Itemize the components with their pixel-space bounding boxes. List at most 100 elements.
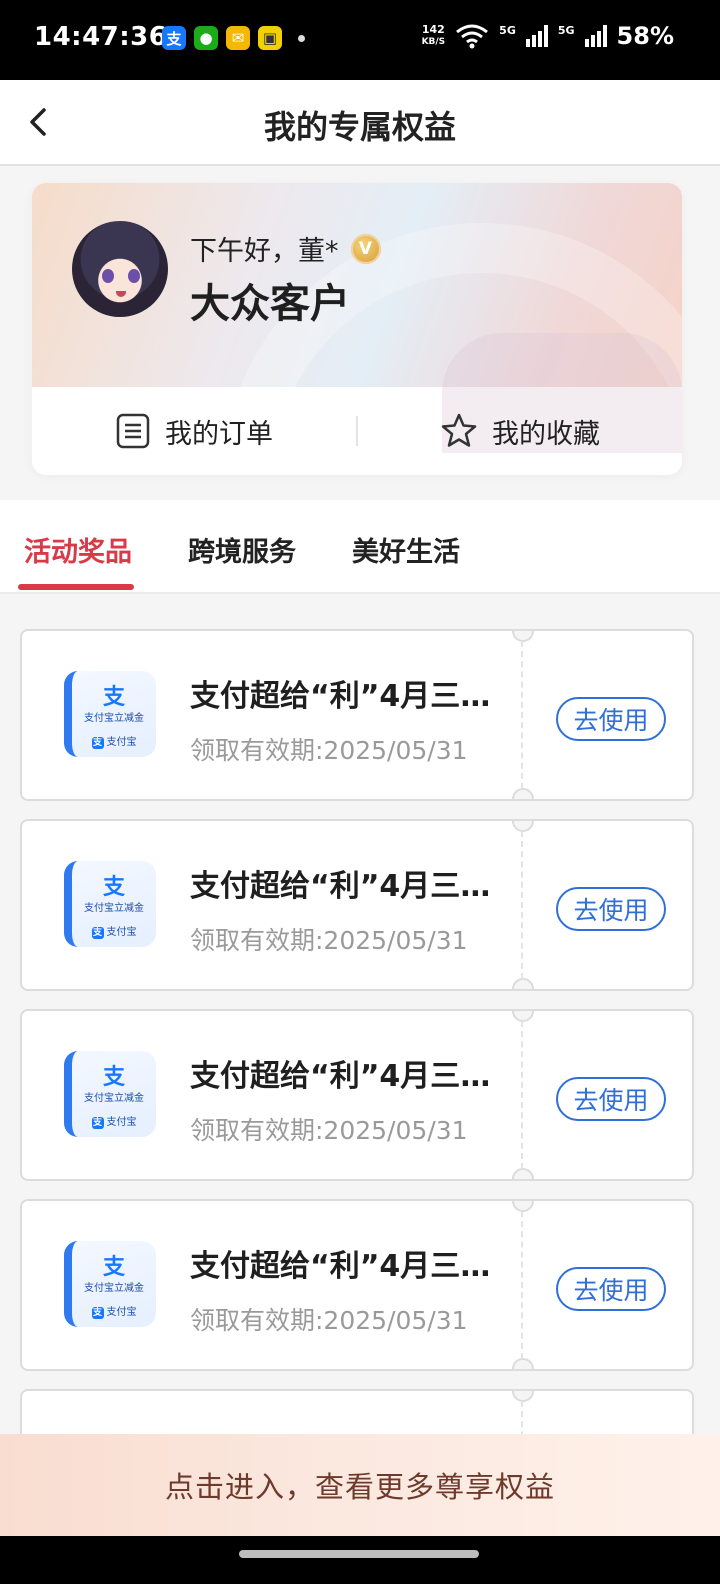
- star-icon: [441, 413, 477, 447]
- tab-better-life[interactable]: 美好生活: [352, 530, 460, 569]
- use-coupon-button[interactable]: 去使用: [556, 887, 666, 931]
- brand-name: 支付宝: [106, 927, 137, 938]
- coupon-icon-label: 支付宝立减金: [84, 1093, 144, 1104]
- coupon-notch: [512, 1168, 534, 1179]
- coupon-icon-brand: 支支付宝: [72, 1113, 156, 1129]
- avatar[interactable]: [72, 221, 168, 317]
- avatar-eye: [102, 269, 114, 283]
- vip-badge-icon: V: [350, 233, 381, 264]
- my-favorites-button[interactable]: 我的收藏: [358, 412, 682, 451]
- greeting: 下午好，董* V: [190, 229, 381, 268]
- alipay-mark-icon: 支: [91, 737, 104, 749]
- alipay-glyph: 支: [102, 1255, 125, 1280]
- order-icon: [116, 413, 150, 449]
- alipay-glyph: 支: [102, 1065, 125, 1090]
- signal-icon-2: [584, 25, 607, 47]
- active-tab-indicator: [18, 584, 134, 590]
- speed-unit: KB/S: [421, 37, 446, 47]
- system-nav-bar: [0, 1536, 720, 1584]
- coupon-divider: [521, 1021, 523, 1169]
- page-title: 我的专属权益: [263, 108, 456, 146]
- network-type-1: 5G: [499, 24, 516, 37]
- use-coupon-button[interactable]: 去使用: [556, 697, 666, 741]
- coupon-notch: [512, 1011, 534, 1022]
- coupon-validity: 领取有效期:2025/05/31: [190, 1116, 468, 1145]
- banner-text: 点击进入，查看更多尊享权益: [164, 1470, 555, 1504]
- coupon-divider: [521, 831, 523, 979]
- coupon-notch: [512, 631, 534, 642]
- coupon-validity: 领取有效期:2025/05/31: [190, 736, 468, 765]
- my-orders-label: 我的订单: [165, 418, 273, 450]
- coupon-notch: [512, 1201, 534, 1212]
- coupon-divider: [521, 1211, 523, 1359]
- brand-name: 支付宝: [106, 1117, 137, 1128]
- battery-level: 58%: [616, 22, 674, 50]
- wechat-icon: ●: [194, 26, 218, 50]
- profile-actions: 我的订单 我的收藏: [32, 387, 682, 475]
- coupon-icon-label: 支付宝立减金: [84, 1283, 144, 1294]
- tab-cross-border-services[interactable]: 跨境服务: [188, 530, 296, 569]
- alipay-glyph: 支: [102, 685, 125, 710]
- my-orders-button[interactable]: 我的订单: [32, 412, 356, 451]
- alipay-coupon-icon: 支 支付宝立减金 支支付宝: [64, 1051, 156, 1137]
- category-tabs: 活动奖品 跨境服务 美好生活: [0, 500, 720, 594]
- coupon-title: 支付超给“利”4月三等奖: [190, 679, 512, 714]
- coupon-divider: [521, 1401, 523, 1434]
- greeting-text: 下午好，董*: [190, 236, 339, 267]
- alipay-mark-icon: 支: [91, 927, 104, 939]
- more-benefits-banner[interactable]: 点击进入，查看更多尊享权益: [0, 1434, 720, 1536]
- brand-name: 支付宝: [106, 1307, 137, 1318]
- member-level: 大众客户: [190, 280, 350, 327]
- status-time: 14:47:36: [34, 22, 168, 52]
- coupon-divider: [521, 641, 523, 789]
- mail-icon: ✉: [226, 26, 250, 50]
- coupon-icon-brand: 支支付宝: [72, 733, 156, 749]
- coupon-list[interactable]: 支 支付宝立减金 支支付宝 支付超给“利”4月三等奖 领取有效期:2025/05…: [0, 594, 720, 1434]
- avatar-eye: [128, 269, 140, 283]
- notification-icons: 支 ● ✉ ▣: [162, 26, 305, 50]
- app-icon: ▣: [258, 26, 282, 50]
- coupon-title: 支付超给“利”4月三等奖: [190, 1249, 512, 1284]
- alipay-glyph: 支: [102, 875, 125, 900]
- coupon-notch: [512, 978, 534, 989]
- tab-activity-prizes[interactable]: 活动奖品: [24, 530, 132, 569]
- speed-value: 142: [421, 23, 445, 36]
- network-speed: 142 KB/S: [422, 24, 446, 48]
- alipay-coupon-icon: 支 支付宝立减金 支支付宝: [64, 861, 156, 947]
- coupon-card[interactable]: 支 支付宝立减金 支支付宝 支付超给“利”4月三等奖 领取有效期:2025/05…: [20, 629, 694, 801]
- coupon-title: 支付超给“利”4月三等奖: [190, 1059, 512, 1094]
- coupon-card[interactable]: 支 支付宝立减金 支支付宝 支付超给“利”4月三等奖 领取有效期:2025/05…: [20, 1199, 694, 1371]
- coupon-card[interactable]: 支 支付宝立减金 支支付宝 支付超给“利”4月三等奖 领取有效期:2025/05…: [20, 1009, 694, 1181]
- avatar-mouth: [116, 291, 126, 297]
- use-coupon-button[interactable]: 去使用: [556, 1267, 666, 1311]
- brand-name: 支付宝: [106, 737, 137, 748]
- coupon-card-partial[interactable]: [20, 1389, 694, 1434]
- alipay-coupon-icon: 支 支付宝立减金 支支付宝: [64, 671, 156, 757]
- coupon-validity: 领取有效期:2025/05/31: [190, 926, 468, 955]
- profile-header: 下午好，董* V 大众客户: [32, 183, 682, 475]
- network-type-2: 5G: [557, 24, 575, 37]
- coupon-icon-brand: 支支付宝: [72, 1303, 156, 1319]
- wifi-icon: [456, 24, 489, 49]
- signal-icon-1: [525, 25, 548, 47]
- home-indicator[interactable]: [239, 1550, 479, 1558]
- alipay-coupon-icon: 支 支付宝立减金 支支付宝: [64, 1241, 156, 1327]
- my-favorites-label: 我的收藏: [492, 418, 600, 450]
- alipay-mark-icon: 支: [91, 1307, 104, 1319]
- coupon-title: 支付超给“利”4月三等奖: [190, 869, 512, 904]
- coupon-card[interactable]: 支 支付宝立减金 支支付宝 支付超给“利”4月三等奖 领取有效期:2025/05…: [20, 819, 694, 991]
- coupon-notch: [512, 1358, 534, 1369]
- coupon-icon-label: 支付宝立减金: [84, 903, 144, 914]
- profile-card: 下午好，董* V 大众客户 我的订单 我的收藏: [32, 183, 682, 475]
- coupon-validity: 领取有效期:2025/05/31: [190, 1306, 468, 1335]
- use-coupon-button[interactable]: 去使用: [556, 1077, 666, 1121]
- coupon-notch: [512, 821, 534, 832]
- coupon-icon-brand: 支支付宝: [72, 923, 156, 939]
- coupon-notch: [512, 788, 534, 799]
- coupon-notch: [512, 1391, 534, 1402]
- status-bar: 14:47:36 支 ● ✉ ▣ 142 KB/S 5G 5G 58%: [0, 0, 720, 80]
- status-right: 142 KB/S 5G 5G 58%: [422, 22, 674, 50]
- more-notifications-icon: [298, 34, 305, 42]
- nav-bar: 我的专属权益: [0, 80, 720, 166]
- alipay-mark-icon: 支: [91, 1117, 104, 1129]
